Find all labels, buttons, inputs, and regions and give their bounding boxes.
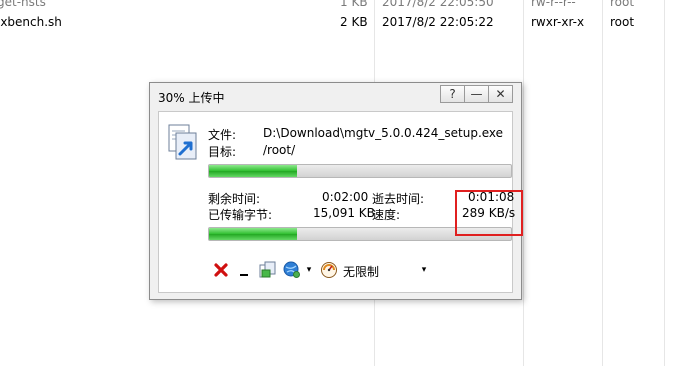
dialog-titlebar[interactable]: 30% 上传中 ? — ✕ <box>150 83 521 111</box>
speed-label: 速度: <box>372 208 401 222</box>
target-path: /root/ <box>263 143 296 157</box>
speed-limit-dropdown-arrow[interactable]: ▾ <box>419 263 429 277</box>
file-label: 文件: <box>208 128 237 142</box>
total-progress-fill <box>209 228 297 240</box>
file-progress-bar <box>208 164 512 178</box>
remaining-time-value: 0:02:00 <box>322 190 369 204</box>
file-progress-fill <box>209 165 297 177</box>
column-divider <box>664 0 665 366</box>
remaining-time-label: 剩余时间: <box>208 192 261 206</box>
transferred-bytes-label: 已传输字节: <box>208 208 273 222</box>
cancel-icon <box>214 263 228 277</box>
elapsed-time-label: 逝去时间: <box>372 192 425 206</box>
file-name: ixbench.sh <box>0 15 62 29</box>
speed-limit-button[interactable] <box>319 260 339 280</box>
settings-dropdown-arrow[interactable]: ▾ <box>304 263 314 277</box>
target-label: 目标: <box>208 145 237 159</box>
file-size: 1 KB <box>340 0 368 9</box>
titlebar-buttons: ? — ✕ <box>440 85 513 103</box>
file-owner: root <box>610 0 635 9</box>
file-size: 2 KB <box>340 15 368 29</box>
globe-settings-icon <box>283 261 300 278</box>
queue-icon <box>259 261 276 278</box>
help-button[interactable]: ? <box>440 85 465 103</box>
file-transfer-icon <box>168 124 197 160</box>
transferred-bytes-value: 15,091 KB <box>313 206 375 220</box>
close-button[interactable]: ✕ <box>489 85 513 103</box>
file-date: 2017/8/2 22:05:50 <box>382 0 494 9</box>
column-divider <box>602 0 603 366</box>
file-owner: root <box>610 15 635 29</box>
column-divider <box>523 0 524 366</box>
file-permissions: rwxr-xr-x <box>531 15 585 29</box>
file-row[interactable]: ixbench.sh 2 KB 2017/8/2 22:05:22 rwxr-x… <box>0 12 680 32</box>
file-name: get-nsts <box>0 0 46 9</box>
speedometer-icon <box>321 262 337 278</box>
minimize-icon <box>240 274 248 276</box>
minimize-to-tray-button[interactable] <box>237 261 251 279</box>
settings-button[interactable] <box>282 260 302 280</box>
file-date: 2017/8/2 22:05:22 <box>382 15 494 29</box>
file-row[interactable]: get-nsts 1 KB 2017/8/2 22:05:50 rw-r--r-… <box>0 0 680 12</box>
cancel-button[interactable] <box>212 261 230 279</box>
file-path: D:\Download\mgtv_5.0.0.424_setup.exe <box>263 126 504 140</box>
file-permissions: rw-r--r-- <box>531 0 576 9</box>
annotation-highlight-box <box>455 190 523 236</box>
dialog-title: 30% 上传中 <box>158 91 225 105</box>
speed-limit-label[interactable]: 无限制 <box>343 263 379 280</box>
queue-button[interactable] <box>258 260 278 280</box>
minimize-button[interactable]: — <box>465 85 489 103</box>
